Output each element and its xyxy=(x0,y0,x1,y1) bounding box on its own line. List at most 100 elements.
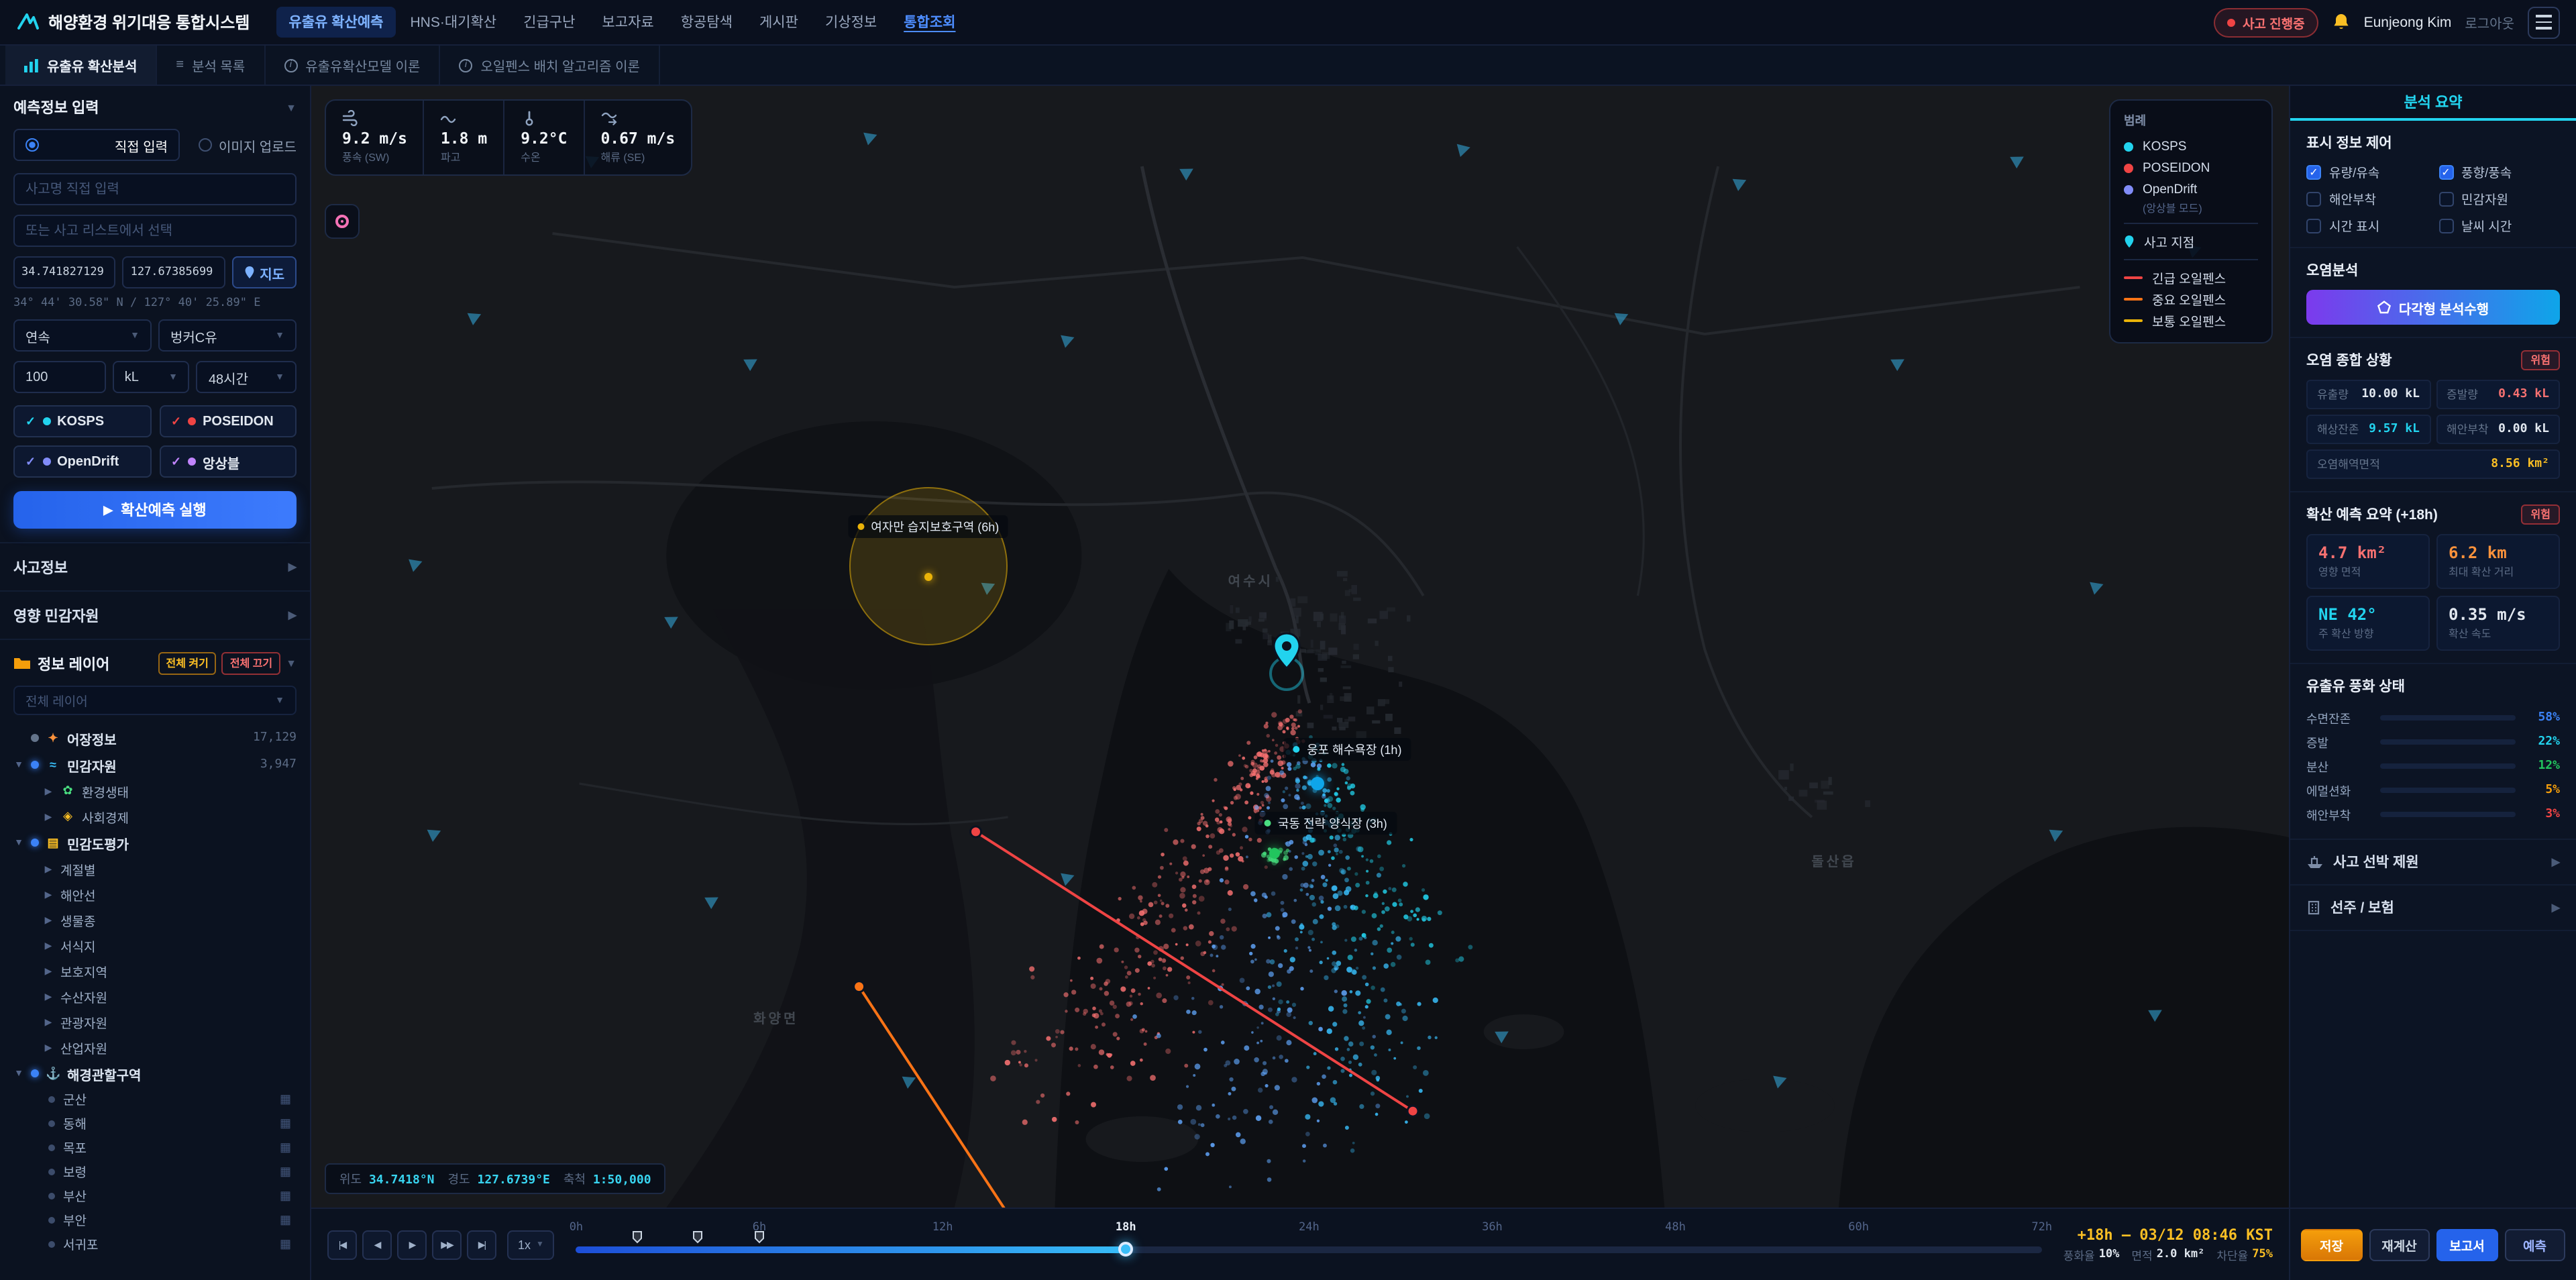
oil-type-select[interactable]: 벙커C유 ▼ xyxy=(158,319,297,352)
step-back-button[interactable]: ◀ xyxy=(362,1230,392,1259)
grid-icon[interactable]: ▦ xyxy=(280,1236,291,1251)
layer-region-item[interactable]: 부안 ▦ xyxy=(8,1208,302,1232)
layer-tree-subitem[interactable]: ▶ 생물종 xyxy=(8,907,302,932)
nav-item[interactable]: 긴급구난 xyxy=(511,7,587,38)
fold-선주 / 보험[interactable]: 선주 / 보험 ▶ xyxy=(2290,886,2576,931)
skip-start-button[interactable]: |◀ xyxy=(327,1230,357,1259)
layer-toggle-led[interactable] xyxy=(31,839,39,847)
nav-item[interactable]: 통합조회 xyxy=(892,7,967,38)
layer-toggle-led[interactable] xyxy=(31,734,39,742)
fast-forward-button[interactable]: ▶▶ xyxy=(432,1230,462,1259)
tab-오일펜스 배치 알고리즘 이론[interactable]: i 오일펜스 배치 알고리즘 이론 xyxy=(440,46,660,85)
grid-icon[interactable]: ▦ xyxy=(280,1140,291,1155)
input-mode-radio[interactable]: 이미지 업로드 xyxy=(199,129,297,161)
grid-icon[interactable]: ▦ xyxy=(280,1164,291,1179)
grid-icon[interactable]: ▦ xyxy=(280,1091,291,1106)
grid-icon[interactable]: ▦ xyxy=(280,1188,291,1203)
map-tool-button[interactable] xyxy=(325,204,360,239)
layer-tree-item[interactable]: ✦ 어장정보 17,129 xyxy=(8,725,302,751)
layer-region-item[interactable]: 군산 ▦ xyxy=(8,1087,302,1111)
layers-all-on-button[interactable]: 전체 켜기 xyxy=(158,652,217,675)
menu-button[interactable] xyxy=(2528,6,2560,38)
layer-region-item[interactable]: 동해 ▦ xyxy=(8,1111,302,1135)
model-chip-KOSPS[interactable]: ✓ KOSPS xyxy=(13,405,151,437)
timeline-track[interactable] xyxy=(576,1242,2042,1257)
layer-region-item[interactable]: 부산 ▦ xyxy=(8,1183,302,1208)
accident-list-input[interactable] xyxy=(13,215,297,247)
accident-pin-icon[interactable] xyxy=(1271,632,1301,674)
display-option-민감자원[interactable]: 민감자원 xyxy=(2438,189,2560,208)
nav-item[interactable]: HNS·대기확산 xyxy=(398,7,509,38)
layer-toggle-led[interactable] xyxy=(31,1069,39,1077)
longitude-input[interactable] xyxy=(122,256,225,288)
logout-link[interactable]: 로그아웃 xyxy=(2465,12,2514,32)
fence-deploy-marker-icon[interactable] xyxy=(754,1230,765,1247)
skip-end-button[interactable]: ▶| xyxy=(467,1230,496,1259)
layer-tree-subitem[interactable]: ▶ 서식지 xyxy=(8,932,302,958)
checkbox-icon[interactable] xyxy=(2438,191,2453,206)
nav-item[interactable]: 기상정보 xyxy=(813,7,889,38)
accident-info-section[interactable]: 사고정보 ▶ xyxy=(0,543,310,592)
layer-tree-item[interactable]: ▼ ≈ 민감자원 3,947 xyxy=(8,751,302,778)
grid-icon[interactable]: ▦ xyxy=(280,1116,291,1130)
tab-분석 목록[interactable]: ≡ 분석 목록 xyxy=(157,46,266,85)
checkbox-icon[interactable] xyxy=(2306,218,2321,233)
prediction-input-header[interactable]: 예측정보 입력 ▼ xyxy=(13,97,297,118)
layer-tree-subitem[interactable]: ▶ 관광자원 xyxy=(8,1009,302,1034)
layer-tree-subitem[interactable]: ▶ 보호지역 xyxy=(8,958,302,983)
nav-item[interactable]: 항공탐색 xyxy=(669,7,745,38)
layer-region-item[interactable]: 보령 ▦ xyxy=(8,1159,302,1183)
user-name[interactable]: Eunjeong Kim xyxy=(2364,14,2452,30)
checkbox-icon[interactable] xyxy=(2438,218,2453,233)
fold-사고 선박 제원[interactable]: 사고 선박 제원 ▶ xyxy=(2290,840,2576,886)
display-option-날씨 시간[interactable]: 날씨 시간 xyxy=(2438,216,2560,235)
analysis-summary-tab[interactable]: 분석 요약 xyxy=(2290,86,2576,121)
layer-tree-subitem[interactable]: ▶ 해안선 xyxy=(8,882,302,907)
checkbox-icon[interactable] xyxy=(2306,191,2321,206)
layer-toggle-led[interactable] xyxy=(31,761,39,769)
저장-button[interactable]: 저장 xyxy=(2301,1228,2362,1261)
nav-item[interactable]: 유출유 확산예측 xyxy=(276,7,396,38)
polygon-analysis-button[interactable]: 다각형 분석수행 xyxy=(2306,290,2560,325)
pick-on-map-button[interactable]: 지도 xyxy=(231,256,297,288)
layer-tree-subitem[interactable]: ▶ 수산자원 xyxy=(8,983,302,1009)
model-chip-앙상블[interactable]: ✓ 앙상블 xyxy=(159,445,297,478)
timeline-handle[interactable] xyxy=(1118,1242,1134,1257)
layer-tree-subitem[interactable]: ▶ ◈ 사회경제 xyxy=(8,804,302,829)
layer-region-item[interactable]: 목포 ▦ xyxy=(8,1135,302,1159)
tab-유출유 확산분석[interactable]: 유출유 확산분석 xyxy=(5,46,158,85)
duration-select[interactable]: 48시간 ▼ xyxy=(196,361,297,393)
tab-유출유확산모델 이론[interactable]: i 유출유확산모델 이론 xyxy=(265,46,441,85)
checkbox-icon[interactable]: ✓ xyxy=(2306,164,2321,179)
예측-button[interactable]: 예측 xyxy=(2504,1228,2565,1261)
speed-select[interactable]: 1x ▼ xyxy=(507,1230,555,1259)
impact-resources-section[interactable]: 영향 민감자원 ▶ xyxy=(0,592,310,640)
checkbox-icon[interactable]: ✓ xyxy=(2438,164,2453,179)
model-chip-OpenDrift[interactable]: ✓ OpenDrift xyxy=(13,445,151,478)
input-mode-radio[interactable]: 직접 입력 xyxy=(13,129,180,161)
model-chip-POSEIDON[interactable]: ✓ POSEIDON xyxy=(159,405,297,437)
bell-icon[interactable] xyxy=(2332,12,2351,32)
display-option-유량/유속[interactable]: ✓ 유량/유속 xyxy=(2306,162,2428,181)
display-option-풍향/풍속[interactable]: ✓ 풍향/풍속 xyxy=(2438,162,2560,181)
layer-tree-subitem[interactable]: ▶ 산업자원 xyxy=(8,1034,302,1060)
layer-tree-subitem[interactable]: ▶ ✿ 환경생태 xyxy=(8,778,302,804)
nav-item[interactable]: 게시판 xyxy=(747,7,810,38)
map-canvas[interactable]: 9.2 m/s 풍속 (SW) 1.8 m 파고 9.2°C 수온 0.67 m/s 해류 (… xyxy=(311,86,2289,1208)
display-option-해안부착[interactable]: 해안부착 xyxy=(2306,189,2428,208)
spill-type-select[interactable]: 연속 ▼ xyxy=(13,319,152,352)
layer-region-item[interactable]: 서귀포 ▦ xyxy=(8,1232,302,1256)
amount-input[interactable] xyxy=(13,361,106,393)
display-option-시간 표시[interactable]: 시간 표시 xyxy=(2306,216,2428,235)
layer-tree-item[interactable]: ▼ ⚓ 해경관할구역 xyxy=(8,1060,302,1087)
grid-icon[interactable]: ▦ xyxy=(280,1212,291,1227)
layers-all-off-button[interactable]: 전체 끄기 xyxy=(221,652,281,675)
play-button[interactable]: ▶ xyxy=(397,1230,427,1259)
layer-tree-item[interactable]: ▼ ▤ 민감도평가 xyxy=(8,829,302,856)
latitude-input[interactable] xyxy=(13,256,116,288)
재계산-button[interactable]: 재계산 xyxy=(2369,1228,2430,1261)
보고서-button[interactable]: 보고서 xyxy=(2436,1228,2498,1261)
layer-filter[interactable]: 전체 레이어 ▼ xyxy=(13,686,297,715)
accident-name-input[interactable] xyxy=(13,173,297,205)
fence-deploy-marker-icon[interactable] xyxy=(692,1230,703,1247)
